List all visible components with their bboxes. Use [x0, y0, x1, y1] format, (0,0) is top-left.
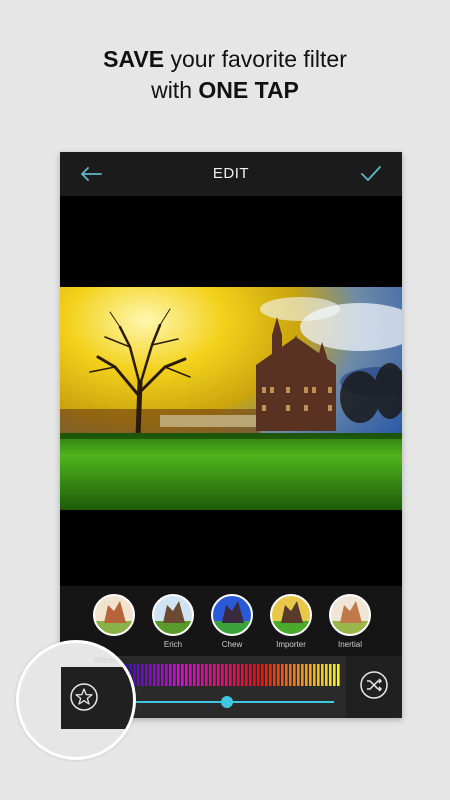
top-bar: EDIT: [60, 152, 402, 196]
filter-importer[interactable]: Importer: [266, 593, 316, 649]
filter-label: Chew: [221, 640, 243, 649]
filter-thumbnail: [211, 594, 253, 636]
filter-label: Erich: [163, 640, 183, 649]
filter-thumbnail: [152, 594, 194, 636]
filter-strip: Worden Erich: [60, 586, 402, 656]
filter-label: Worden: [94, 656, 122, 665]
shuffle-button[interactable]: [359, 670, 389, 705]
star-icon[interactable]: [69, 682, 99, 712]
promo-one-tap: ONE TAP: [198, 77, 299, 103]
filter-inertial[interactable]: Inertial: [325, 593, 375, 649]
confirm-button[interactable]: [356, 160, 386, 188]
filter-label: Inertial: [337, 640, 362, 649]
filter-thumbnail: [93, 594, 135, 636]
intensity-slider[interactable]: [120, 694, 334, 710]
promo-save: SAVE: [103, 46, 165, 72]
filter-thumbnail: [329, 594, 371, 636]
color-spectrum-bar: [113, 664, 340, 686]
checkmark-icon: [361, 166, 381, 181]
promo-line-2: with ONE TAP: [0, 75, 450, 106]
promo-headline: SAVE your favorite filter with ONE TAP: [0, 44, 450, 106]
shuffle-icon: [360, 670, 388, 699]
filter-chew[interactable]: Chew: [207, 593, 257, 649]
filter-label: Importer: [276, 640, 306, 649]
filter-thumbnail: [270, 594, 312, 636]
promo-line-1: SAVE your favorite filter: [0, 44, 450, 75]
phone-screen: EDIT Erich Chew Importer Inertial: [60, 152, 402, 718]
filter-worden[interactable]: Worden: [89, 593, 139, 649]
slider-thumb[interactable]: [221, 696, 233, 708]
promo-line1-rest: your favorite filter: [164, 46, 347, 72]
page-title: EDIT: [212, 165, 250, 182]
shuffle-slot: [346, 656, 402, 718]
filter-erich[interactable]: Erich: [148, 593, 198, 649]
preview-photo: [60, 287, 402, 510]
favorite-callout[interactable]: Worden: [16, 640, 136, 760]
promo-line2-pre: with: [151, 77, 199, 103]
